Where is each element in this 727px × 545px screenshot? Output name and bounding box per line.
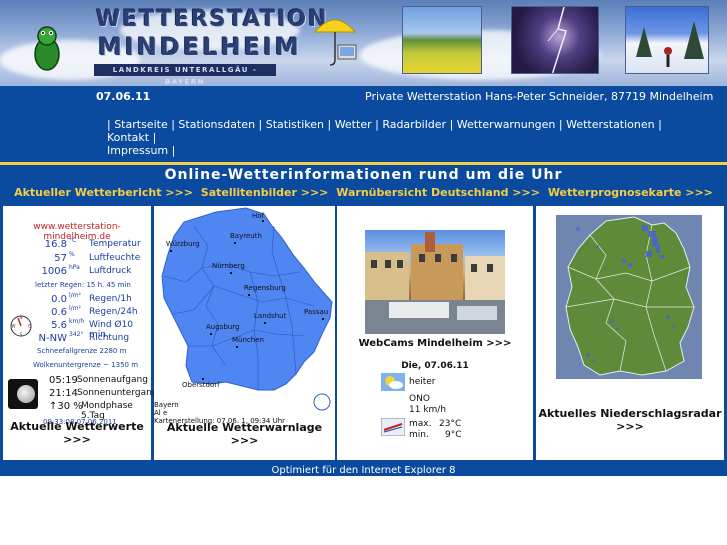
bavaria-warning-map[interactable]: Hof Bayreuth Würzburg Nürnberg Regensbur… [154,206,335,424]
radar-panel[interactable]: Aktuelles Niederschlagsradar >>> [536,206,724,460]
rain-1h-value: 0.0 [51,294,67,305]
humidity-label: Luftfeuchte [89,253,141,263]
city-muenchen: München [232,336,264,344]
city-hof: Hof [252,212,265,220]
germany-radar-map[interactable] [556,215,702,379]
city-oberstdorf: Oberstdorf [182,381,220,389]
pressure-unit: hPa [69,264,80,271]
svg-text:N: N [20,315,23,320]
direction-label: Richtung [89,333,130,343]
nav-wetterwarnungen[interactable]: Wetterwarnungen [457,118,556,131]
pressure-value: 1006 [41,266,67,277]
snow-limit: Schneefallgrenze 2280 m [37,347,127,355]
browser-note: Optimiert für den Internet Explorer 8 [271,465,456,476]
sunset-time: 21:14 [49,388,78,399]
rain-1h-unit: l/m² [69,292,81,299]
warnings-germany-link[interactable]: Warnübersicht Deutschland >>> [336,186,540,199]
forecast-map-link[interactable]: Wetterprognosekarte >>> [548,186,713,199]
main-navigation: | Startseite | Stationsdaten | Statistik… [107,118,662,157]
forecast-min-value: 9°C [445,430,462,440]
page-headline: Online-Wetterinformationen rund um die U… [164,167,563,183]
forecast-links: Aktueller Wetterbericht >>> Satellitenbi… [0,186,727,199]
temperature-unit: °C [69,237,77,244]
radar-link[interactable]: Aktuelles Niederschlagsradar >>> [536,407,724,433]
pressure-label: Luftdruck [89,266,132,276]
forecast-max-label: max. [409,419,432,429]
lightning-photo [511,6,599,74]
weather-report-link[interactable]: Aktueller Wetterbericht >>> [14,186,193,199]
city-bayreuth: Bayreuth [230,232,262,240]
webcam-panel[interactable]: WebCams Mindelheim >>> Die, 07.06.11 hei… [337,206,533,460]
main-area: 07.06.11 Private Wetterstation Hans-Pete… [0,86,727,476]
forecast-condition: heiter [409,377,436,387]
nav-statistiken[interactable]: Statistiken [266,118,324,131]
header-banner: WETTERSTATION MINDELHEIM LANDKREIS UNTER… [0,0,727,86]
cloud-base: Wolkenuntergrenze ~ 1350 m [33,361,139,369]
rain-1h-label: Regen/1h [89,294,132,304]
forecast-wind-speed: 11 km/h [409,405,447,415]
station-operator: Private Wetterstation Hans-Peter Schneid… [365,90,714,103]
forecast-max-value: 23°C [439,419,462,429]
winter-photo [625,6,709,74]
forecast-date: Die, 07.06.11 [401,361,469,371]
rain-24h-unit: l/m² [69,305,81,312]
map-caption-region: Bayern [154,401,179,409]
svg-text:O: O [28,324,31,329]
nav-wetterstationen[interactable]: Wetterstationen [566,118,655,131]
humidity-value: 57 [54,253,67,264]
webcam-link[interactable]: WebCams Mindelheim >>> [337,338,533,349]
satellite-link[interactable]: Satellitenbilder >>> [201,186,329,199]
svg-text:W: W [12,324,16,329]
site-title-line2: MINDELHEIM [98,33,302,61]
city-landshut: Landshut [254,312,287,320]
rain-24h-label: Regen/24h [89,307,138,317]
forecast-min-label: min. [409,430,429,440]
current-values-panel[interactable]: www.wetterstation-mindelheim.de 16.8 °C … [3,206,158,460]
webcam-image[interactable] [365,230,505,334]
nav-kontakt[interactable]: Kontakt [107,131,149,144]
warnings-panel[interactable]: Hof Bayreuth Würzburg Nürnberg Regensbur… [154,206,335,460]
current-date: 07.06.11 [96,90,151,103]
meadow-photo [402,6,482,74]
site-subtitle: LANDKREIS UNTERALLGÄU - BAYERN [94,64,276,86]
nav-radarbilder[interactable]: Radarbilder [382,118,446,131]
city-regensburg: Regensburg [244,284,286,292]
sunset-label: Sonnenuntergang [77,388,158,398]
current-values-link[interactable]: Aktuelle Wetterwerte >>> [3,420,151,446]
svg-text:S: S [20,332,23,337]
sunrise-label: Sonnenaufgang [77,375,148,385]
map-caption-alert: Al e [154,409,168,417]
humidity-unit: % [69,251,75,258]
nav-stationsdaten[interactable]: Stationsdaten [178,118,255,131]
nav-impressum[interactable]: Impressum [107,144,168,157]
direction-unit: 342° [69,331,84,338]
last-rain: letzter Regen: 15 h. 45 min [35,281,131,289]
moon-value: ↑30 % [49,401,83,412]
wind-compass-icon: N S W O [10,315,32,337]
nav-wetter[interactable]: Wetter [335,118,372,131]
city-augsburg: Augsburg [206,323,239,331]
city-nuernberg: Nürnberg [212,262,245,270]
warnings-link[interactable]: Aktuelle Wetterwarnlage >>> [154,421,335,447]
temperature-label: Temperatur [89,239,141,249]
umbrella-icon [313,19,357,66]
site-title-line1: WETTERSTATION [96,7,329,32]
frog-mascot-icon [34,26,60,71]
city-passau: Passau [304,308,328,316]
moon-phase-icon [8,379,38,409]
sunrise-time: 05:19 [49,375,78,386]
thermometer-icon [381,418,405,436]
partly-sunny-icon [381,373,405,391]
nav-startseite[interactable]: Startseite [114,118,168,131]
wind-unit: km/h [69,318,85,325]
divider [0,162,727,165]
forecast-wind-direction: ONO [409,394,430,404]
temperature-value: 16.8 [44,239,67,250]
city-wuerzburg: Würzburg [166,240,200,248]
